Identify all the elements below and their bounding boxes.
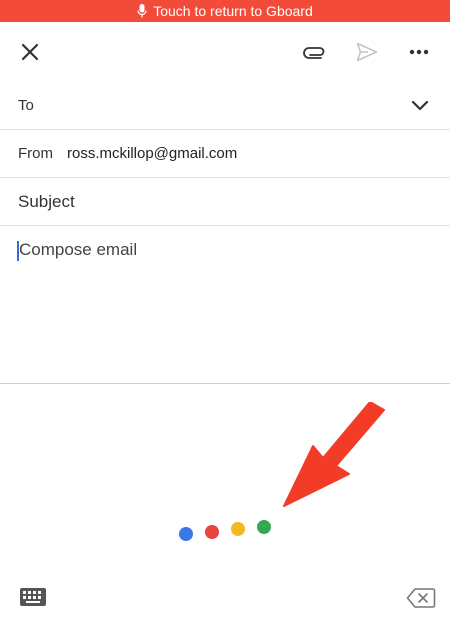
paperclip-icon [303,47,325,59]
voice-dot-yellow [231,522,245,536]
body-placeholder: Compose email [19,240,138,259]
compose-toolbar [0,22,450,82]
attach-button[interactable] [299,36,331,68]
return-to-gboard-banner[interactable]: Touch to return to Gboard [0,0,450,22]
keyboard-icon[interactable] [20,588,46,606]
chevron-down-icon[interactable] [408,96,432,116]
close-button[interactable] [14,36,46,68]
more-horizontal-icon [409,49,429,55]
backspace-icon[interactable] [406,587,436,609]
close-icon [21,43,39,61]
voice-dot-red [205,525,219,539]
annotation-arrow [283,402,385,507]
send-button[interactable] [351,36,383,68]
send-icon [356,42,378,62]
to-row[interactable]: To [0,82,450,130]
voice-dot-blue [179,527,193,541]
banner-text: Touch to return to Gboard [153,3,313,19]
from-label: From [18,145,53,162]
to-label: To [18,97,34,114]
microphone-icon [137,4,147,18]
subject-placeholder: Subject [18,191,75,211]
voice-dot-green [257,520,271,534]
subject-field[interactable]: Subject [0,178,450,226]
from-row[interactable]: From ross.mckillop@gmail.com [0,130,450,178]
more-options-button[interactable] [403,36,435,68]
from-address: ross.mckillop@gmail.com [67,145,238,162]
